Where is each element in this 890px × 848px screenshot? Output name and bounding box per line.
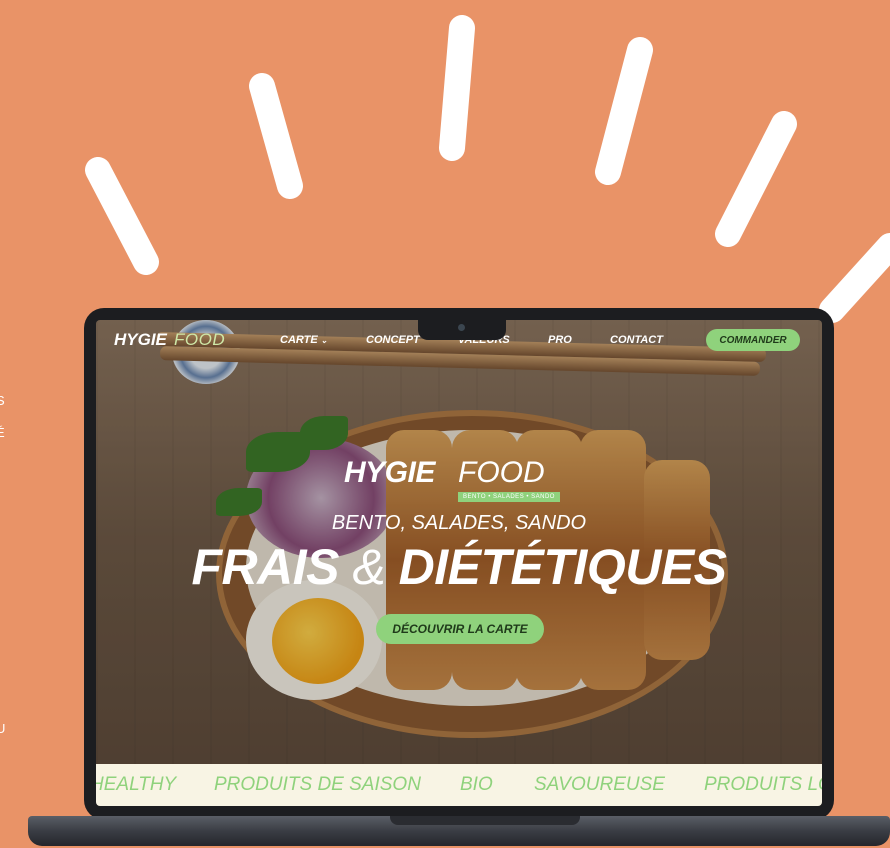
discover-menu-button[interactable]: DÉCOUVRIR LA CARTE	[376, 614, 544, 644]
hero-logo-tagline: BENTO • SALADES • SANDO	[458, 492, 560, 502]
ticker-item: HEALTHY	[96, 774, 177, 795]
laptop-screen: HYGIE FOOD CARTE ⌄ CONCEPT VALEURS PRO C…	[96, 320, 822, 806]
marquee-ticker: HEALTHY PRODUITS DE SAISON BIO SAVOUREUS…	[96, 764, 822, 806]
chevron-down-icon: ⌄	[320, 336, 328, 345]
hero-title: FRAIS & DIÉTÉTIQUES	[96, 538, 822, 596]
hero-logo-bold: HYGIE	[344, 456, 435, 489]
nav-item-concept[interactable]: CONCEPT	[366, 334, 420, 346]
nav-item-pro[interactable]: PRO	[548, 334, 572, 346]
nav-item-carte[interactable]: CARTE ⌄	[280, 334, 327, 346]
left-edge-text: U	[0, 721, 6, 736]
laptop-hinge	[390, 816, 580, 825]
commander-button[interactable]: COMMANDER	[706, 329, 800, 351]
hero-title-ampersand: &	[352, 539, 386, 595]
hero-logo-light: FOOD	[458, 456, 545, 489]
ticker-item: SAVOUREUSE	[534, 774, 665, 795]
hero-subtitle: BENTO, SALADES, SANDO	[331, 512, 587, 534]
ticker-item: PRODUITS LO	[704, 774, 822, 795]
hero-title-part1: FRAIS	[191, 539, 339, 595]
ticker-item: BIO	[460, 774, 493, 795]
nav-item-contact[interactable]: CONTACT	[610, 334, 663, 346]
left-edge-text: S	[0, 393, 5, 408]
nav-item-label: CARTE	[280, 334, 318, 346]
hero-title-part2: DIÉTÉTIQUES	[398, 539, 727, 595]
camera-notch	[418, 318, 506, 340]
camera-icon	[458, 324, 465, 331]
nav-logo-light[interactable]: FOOD	[174, 330, 225, 350]
ticker-item: PRODUITS DE SAISON	[214, 774, 421, 795]
nav-logo-bold[interactable]: HYGIE	[114, 330, 167, 350]
laptop-base	[28, 816, 890, 846]
left-edge-text: É	[0, 425, 5, 440]
